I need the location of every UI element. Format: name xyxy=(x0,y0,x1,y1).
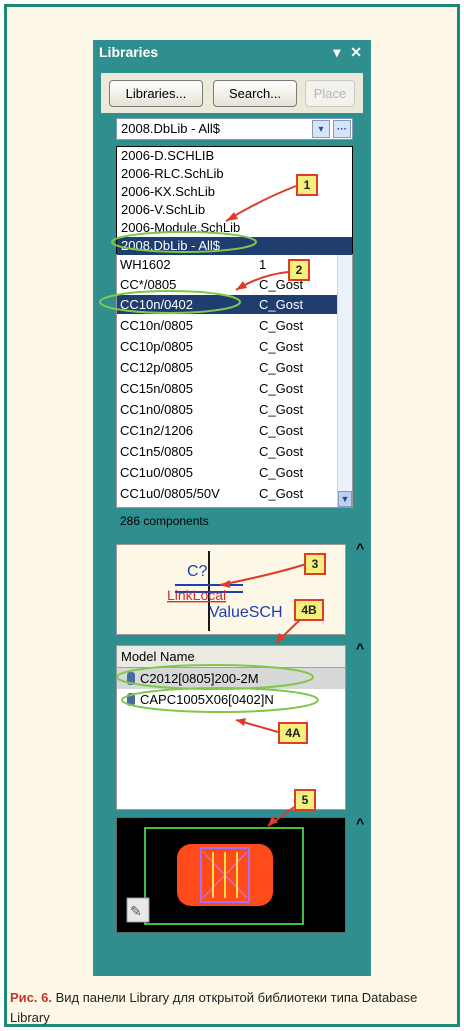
caption-prefix: Рис. 6. xyxy=(10,990,52,1005)
panel-title: Libraries xyxy=(99,44,159,60)
figure-caption: Рис. 6. Вид панели Library для открытой … xyxy=(10,988,450,1028)
dropdown-item-selected[interactable]: 2008.DbLib - All$ xyxy=(117,237,352,255)
callout-5: 5 xyxy=(294,789,316,811)
component-count: 286 components xyxy=(120,514,209,528)
more-options-icon[interactable]: ··· xyxy=(333,120,351,138)
model-name: CAPC1005X06[0402]N xyxy=(140,692,274,707)
component-name: CC1u0/0805 xyxy=(120,465,193,480)
model-3d-icon xyxy=(127,672,135,685)
dropdown-item[interactable]: 2006-V.SchLib xyxy=(117,201,352,219)
component-name: CC1n2/1206 xyxy=(120,423,193,438)
component-list: WH1602 1 CC*/0805 C_Gost CC10n/0402 C_Gost … xyxy=(116,254,353,508)
place-button[interactable]: Place xyxy=(305,80,355,107)
symbol-link: LinkLocal xyxy=(167,587,226,603)
svg-text:✎: ✎ xyxy=(130,904,142,920)
collapse-symbol-icon[interactable]: ^ xyxy=(356,540,366,556)
component-library: C_Gost xyxy=(259,444,304,459)
list-item[interactable]: CC10p/0805 C_Gost xyxy=(117,337,338,356)
panel-title-bar: Libraries ▾ ✕ xyxy=(93,40,371,63)
component-library: C_Gost xyxy=(259,423,304,438)
caption-text: Вид панели Library для открытой библиоте… xyxy=(10,990,418,1025)
component-library: C_Gost xyxy=(259,465,304,480)
callout-1: 1 xyxy=(296,174,318,196)
footprint-preview: ✎ xyxy=(116,817,346,933)
component-name: CC*/0805 xyxy=(120,277,177,292)
callout-4a: 4A xyxy=(278,722,308,744)
footprint-graphic: ✎ xyxy=(126,827,304,925)
list-item[interactable]: CC1n2/1206 C_Gost xyxy=(117,421,338,440)
component-name: CC1n0/0805 xyxy=(120,402,193,417)
model-row[interactable]: CAPC1005X06[0402]N xyxy=(117,689,345,710)
libraries-button[interactable]: Libraries... xyxy=(109,80,203,107)
component-name: CC1n5/0805 xyxy=(120,444,193,459)
collapse-models-icon[interactable]: ^ xyxy=(356,640,366,656)
library-select[interactable]: 2008.DbLib - All$ ▾ ··· xyxy=(116,118,353,140)
panel-toolbar: Libraries... Search... Place xyxy=(101,73,363,113)
list-item[interactable]: CC10n/0805 C_Gost xyxy=(117,316,338,335)
models-panel: Model Name C2012[0805]200-2M CAPC1005X06… xyxy=(116,645,346,810)
list-item[interactable]: CC1n0/0805 C_Gost xyxy=(117,400,338,419)
collapse-footprint-icon[interactable]: ^ xyxy=(356,815,366,831)
component-name: CC10p/0805 xyxy=(120,339,193,354)
library-dropdown-list: 2006-D.SCHLIB 2006-RLC.SchLib 2006-KX.Sc… xyxy=(116,146,353,255)
model-3d-icon xyxy=(127,693,135,706)
dropdown-item[interactable]: 2006-D.SCHLIB xyxy=(117,147,352,165)
component-name: CC1u0/0805/50V xyxy=(120,486,220,501)
library-select-value: 2008.DbLib - All$ xyxy=(121,121,221,136)
symbol-designator: C? xyxy=(187,563,208,580)
component-name: CC10n/0402 xyxy=(120,297,193,312)
list-item[interactable]: CC12p/0805 C_Gost xyxy=(117,358,338,377)
callout-2: 2 xyxy=(288,259,310,281)
search-button[interactable]: Search... xyxy=(213,80,297,107)
component-library: C_Gost xyxy=(259,339,304,354)
list-item[interactable]: CC1n5/0805 C_Gost xyxy=(117,442,338,461)
component-name: CC10n/0805 xyxy=(120,318,193,333)
callout-4b: 4B xyxy=(294,599,324,621)
component-library: C_Gost xyxy=(259,318,304,333)
dropdown-item[interactable]: 2006-Module.SchLib xyxy=(117,219,352,237)
component-library: C_Gost xyxy=(259,486,304,501)
scroll-down-icon[interactable]: ▼ xyxy=(338,491,352,507)
component-library: C_Gost xyxy=(259,297,304,312)
component-name: WH1602 xyxy=(120,257,171,272)
component-library: C_Gost xyxy=(259,402,304,417)
component-library: C_Gost xyxy=(259,381,304,396)
models-header[interactable]: Model Name xyxy=(117,646,345,668)
component-name: CC12p/0805 xyxy=(120,360,193,375)
component-library: C_Gost xyxy=(259,360,304,375)
list-scrollbar[interactable]: ▼ xyxy=(337,255,352,507)
list-item[interactable]: CC1u0/0805/50V C_Gost xyxy=(117,484,338,503)
panel-controls-icon[interactable]: ▾ ✕ xyxy=(333,44,365,60)
callout-3: 3 xyxy=(304,553,326,575)
symbol-value: ValueSCH xyxy=(209,604,283,621)
list-item[interactable]: CC1u0/0805 C_Gost xyxy=(117,463,338,482)
model-row[interactable]: C2012[0805]200-2M xyxy=(117,668,345,689)
component-name: CC15n/0805 xyxy=(120,381,193,396)
model-name: C2012[0805]200-2M xyxy=(140,671,259,686)
list-item[interactable]: CC15n/0805 C_Gost xyxy=(117,379,338,398)
chevron-down-icon[interactable]: ▾ xyxy=(312,120,330,138)
list-item-selected[interactable]: CC10n/0402 C_Gost xyxy=(117,295,338,314)
